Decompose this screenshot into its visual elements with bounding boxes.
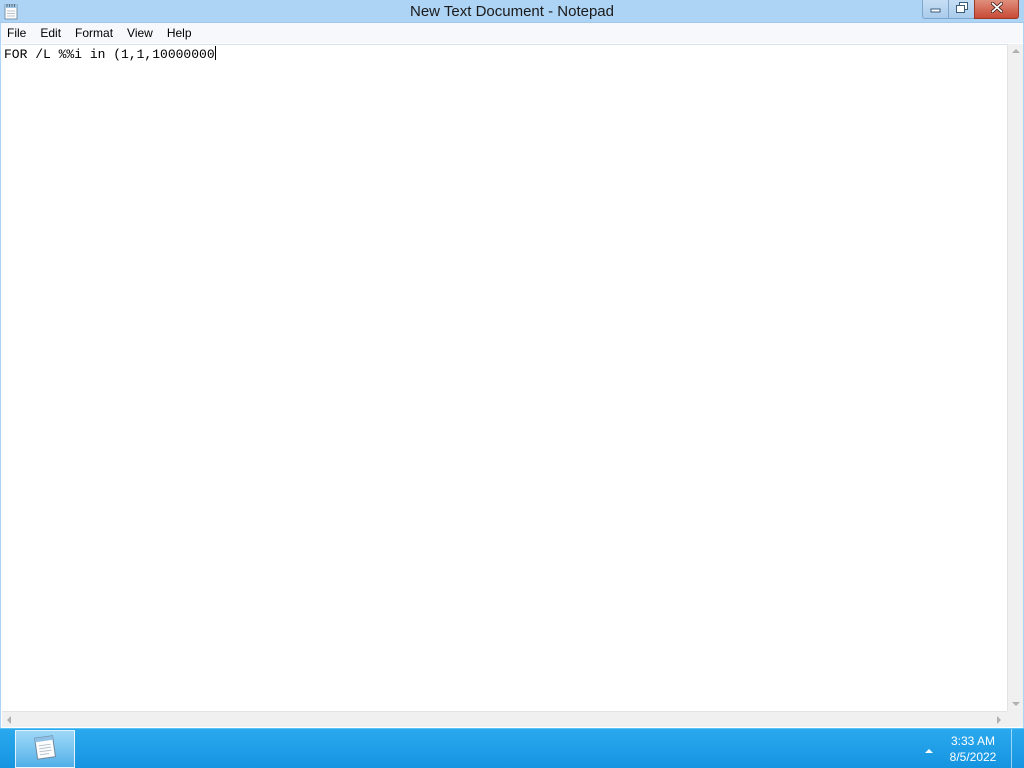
scroll-left-icon[interactable]: [7, 716, 11, 724]
minimize-icon: [930, 0, 941, 18]
show-hidden-icons-button[interactable]: [921, 741, 937, 757]
scroll-right-icon[interactable]: [997, 716, 1001, 724]
scroll-up-icon[interactable]: [1012, 49, 1020, 53]
editor-frame: FOR /L %%i in (1,1,10000000: [0, 43, 1024, 728]
editor-text: FOR /L %%i in (1,1,10000000: [4, 47, 215, 62]
scroll-down-icon[interactable]: [1012, 702, 1020, 706]
menu-format[interactable]: Format: [68, 23, 120, 43]
clock-date: 8/5/2022: [949, 750, 997, 764]
menu-view[interactable]: View: [120, 23, 160, 43]
taskbar: 3:33 AM 8/5/2022: [0, 728, 1024, 768]
clock-time: 3:33 AM: [950, 734, 996, 748]
horizontal-scrollbar[interactable]: [2, 711, 1007, 727]
menu-edit[interactable]: Edit: [33, 23, 68, 43]
vertical-scrollbar[interactable]: [1007, 44, 1023, 711]
minimize-button[interactable]: [922, 0, 949, 19]
restore-icon: [955, 0, 968, 18]
restore-button[interactable]: [948, 0, 975, 19]
menu-file[interactable]: File: [1, 23, 33, 43]
close-button[interactable]: [974, 0, 1019, 19]
close-icon: [990, 0, 1003, 18]
taskbar-notepad-button[interactable]: [15, 730, 75, 768]
title-bar[interactable]: New Text Document - Notepad: [0, 0, 1024, 23]
show-desktop-button[interactable]: [1011, 729, 1024, 768]
chevron-up-icon: [925, 740, 933, 758]
menu-bar: File Edit Format View Help: [0, 23, 1024, 43]
menu-help[interactable]: Help: [160, 23, 199, 43]
text-editor[interactable]: FOR /L %%i in (1,1,10000000: [2, 44, 1007, 711]
window-title: New Text Document - Notepad: [410, 3, 614, 20]
scrollbar-corner: [1007, 711, 1023, 727]
system-clock[interactable]: 3:33 AM 8/5/2022: [944, 733, 1002, 765]
editor-content[interactable]: FOR /L %%i in (1,1,10000000: [4, 46, 216, 63]
text-caret: [214, 46, 216, 60]
notepad-icon: [30, 732, 60, 767]
